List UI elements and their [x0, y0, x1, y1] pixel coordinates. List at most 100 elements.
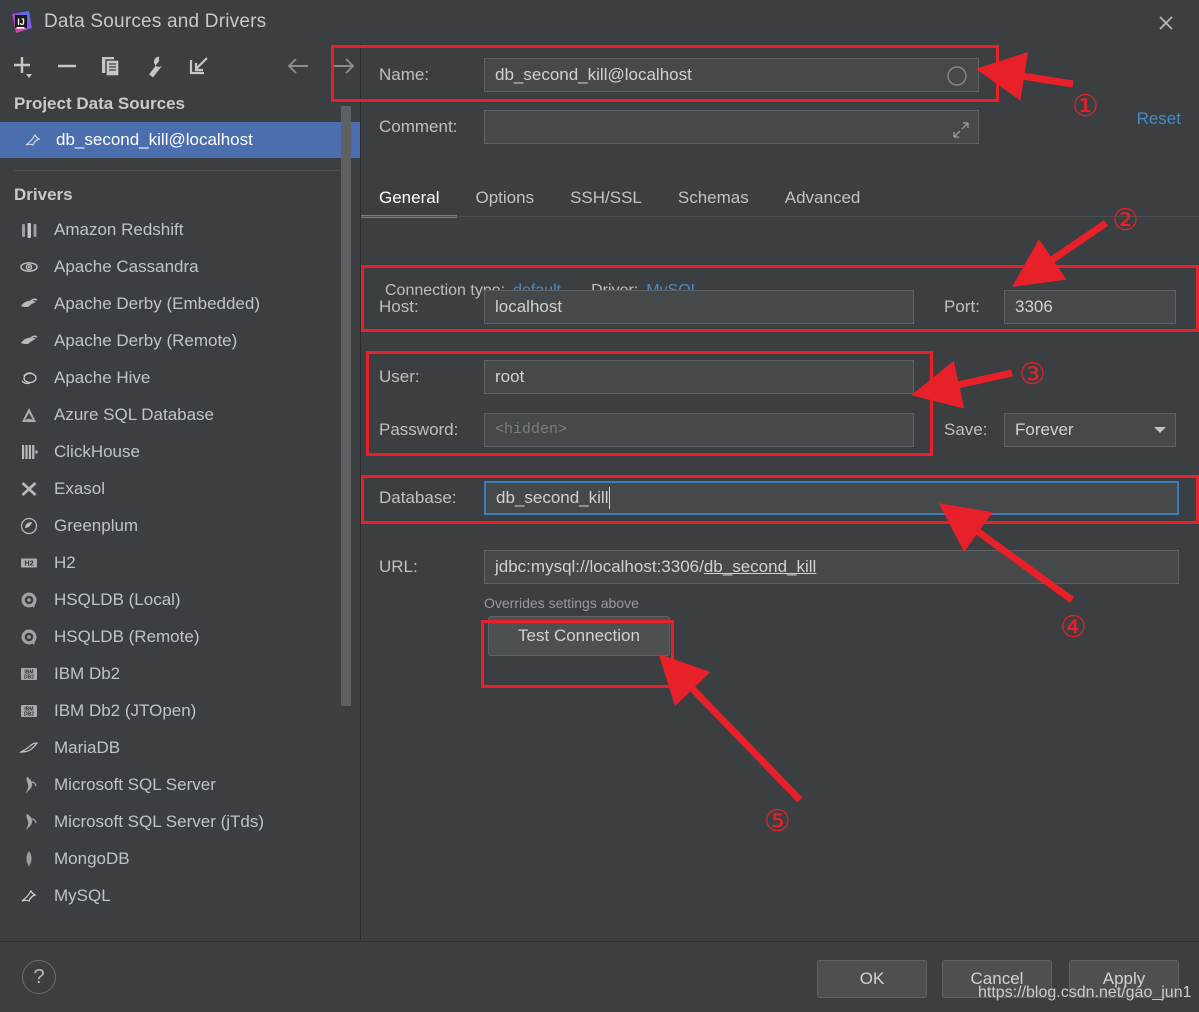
driver-label: H2 [54, 552, 76, 572]
password-placeholder: <hidden> [495, 421, 568, 438]
copy-icon[interactable] [98, 53, 124, 79]
connection-settings-panel: Name: db_second_kill@localhost Comment: [361, 44, 1199, 940]
driver-label: Exasol [54, 478, 106, 498]
tab-advanced[interactable]: Advanced [767, 188, 879, 218]
tab-ssh-ssl[interactable]: SSH/SSL [552, 188, 660, 218]
mariadb-icon [18, 737, 40, 759]
reset-button[interactable]: Reset [1137, 109, 1181, 129]
sidebar-item-label: db_second_kill@localhost [56, 130, 253, 149]
greenplum-icon [18, 515, 40, 537]
project-data-sources-heading: Project Data Sources [14, 94, 186, 113]
user-input[interactable]: root [484, 360, 914, 394]
mysql-icon [18, 885, 40, 907]
driver-item-apache-derby-remote[interactable]: Apache Derby (Remote) [0, 322, 360, 359]
password-label: Password: [379, 420, 459, 439]
arrow-right-icon[interactable] [331, 53, 357, 79]
tab-underline-rule [361, 216, 1199, 217]
mssql-icon [18, 774, 40, 796]
redshift-icon [18, 219, 40, 241]
driver-item-microsoft-sql-server-jtds[interactable]: Microsoft SQL Server (jTds) [0, 803, 360, 840]
apply-button[interactable]: Apply [1069, 960, 1179, 998]
comment-input[interactable] [484, 110, 979, 144]
wrench-icon[interactable] [142, 53, 168, 79]
arrow-left-icon[interactable] [285, 53, 311, 79]
driver-item-amazon-redshift[interactable]: Amazon Redshift [0, 211, 360, 248]
name-input[interactable]: db_second_kill@localhost [484, 58, 979, 92]
url-suffix: db_second_kill [703, 557, 817, 576]
driver-label: Apache Cassandra [54, 256, 199, 276]
sidebar-scrollbar[interactable] [341, 106, 351, 706]
svg-text:IJ: IJ [17, 17, 25, 27]
cassandra-icon [18, 256, 40, 278]
question-mark-icon[interactable]: ? [22, 960, 56, 994]
password-row: Password: <hidden> Save: Forever [379, 413, 1176, 447]
port-input[interactable]: 3306 [1004, 290, 1176, 324]
comment-label: Comment: [379, 117, 458, 136]
driver-label: Microsoft SQL Server (jTds) [54, 811, 265, 831]
history-nav [285, 53, 357, 79]
driver-item-hsqldb-remote[interactable]: HSQLDB (Remote) [0, 618, 360, 655]
mssql-icon [18, 811, 40, 833]
cancel-button[interactable]: Cancel [942, 960, 1052, 998]
save-dropdown-value: Forever [1015, 420, 1074, 439]
driver-item-greenplum[interactable]: Greenplum [0, 507, 360, 544]
window-title: Data Sources and Drivers [44, 11, 267, 32]
user-label: User: [379, 367, 420, 386]
tab-schemas[interactable]: Schemas [660, 188, 767, 218]
url-label: URL: [379, 557, 418, 576]
svg-text:DB2: DB2 [24, 711, 34, 717]
host-input[interactable]: localhost [484, 290, 914, 324]
tab-options[interactable]: Options [457, 188, 552, 218]
close-icon[interactable] [1151, 8, 1181, 38]
sidebar-divider [14, 170, 346, 171]
sidebar-item-db-second-kill[interactable]: db_second_kill@localhost [0, 122, 360, 158]
user-row: User: root [379, 360, 914, 394]
driver-item-clickhouse[interactable]: ClickHouse [0, 433, 360, 470]
driver-label: HSQLDB (Remote) [54, 626, 200, 646]
svg-text:H2: H2 [25, 560, 34, 567]
add-button[interactable] [10, 53, 36, 79]
driver-label: Apache Hive [54, 367, 151, 387]
ok-button[interactable]: OK [817, 960, 927, 998]
svg-text:DB2: DB2 [24, 674, 34, 680]
driver-item-azure-sql-database[interactable]: Azure SQL Database [0, 396, 360, 433]
exasol-icon [18, 478, 40, 500]
driver-label: Microsoft SQL Server [54, 774, 216, 794]
driver-item-ibm-db2-jtopen[interactable]: IBM DB2 IBM Db2 (JTOpen) [0, 692, 360, 729]
save-dropdown[interactable]: Forever [1004, 413, 1176, 447]
tab-general[interactable]: General [361, 188, 458, 218]
db2-icon: IBM DB2 [18, 663, 40, 685]
driver-label: ClickHouse [54, 441, 140, 461]
data-sources-and-drivers-dialog: IJ Data Sources and Drivers Project Data… [0, 0, 1199, 1012]
h2-icon: H2 [18, 552, 40, 574]
driver-item-apache-cassandra[interactable]: Apache Cassandra [0, 248, 360, 285]
password-input[interactable]: <hidden> [484, 413, 914, 447]
chevron-down-icon [1153, 420, 1167, 440]
driver-item-mariadb[interactable]: MariaDB [0, 729, 360, 766]
driver-item-apache-derby-embedded[interactable]: Apache Derby (Embedded) [0, 285, 360, 322]
driver-item-microsoft-sql-server[interactable]: Microsoft SQL Server [0, 766, 360, 803]
remove-button[interactable] [54, 53, 80, 79]
driver-item-hsqldb-local[interactable]: HSQLDB (Local) [0, 581, 360, 618]
port-label: Port: [944, 297, 980, 316]
driver-item-exasol[interactable]: Exasol [0, 470, 360, 507]
driver-item-h2[interactable]: H2 H2 [0, 544, 360, 581]
circle-icon [946, 65, 968, 98]
test-connection-button[interactable]: Test Connection [488, 616, 670, 656]
driver-item-mongodb[interactable]: MongoDB [0, 840, 360, 877]
database-input[interactable]: db_second_kill [484, 481, 1179, 515]
import-arrow-icon[interactable] [186, 53, 212, 79]
url-prefix: jdbc:mysql://localhost:3306/ [495, 557, 704, 576]
driver-item-apache-hive[interactable]: Apache Hive [0, 359, 360, 396]
url-input[interactable]: jdbc:mysql://localhost:3306/ db_second_k… [484, 550, 1179, 584]
clickhouse-icon [18, 441, 40, 463]
driver-item-mysql[interactable]: MySQL [0, 877, 360, 914]
driver-label: Apache Derby (Remote) [54, 330, 238, 350]
hsqldb-icon [18, 589, 40, 611]
host-label: Host: [379, 297, 419, 316]
expand-diagonal-icon[interactable] [952, 118, 970, 150]
derby-icon [18, 330, 40, 352]
driver-item-ibm-db2[interactable]: IBM DB2 IBM Db2 [0, 655, 360, 692]
database-label: Database: [379, 488, 457, 507]
database-input-value: db_second_kill [496, 488, 609, 507]
